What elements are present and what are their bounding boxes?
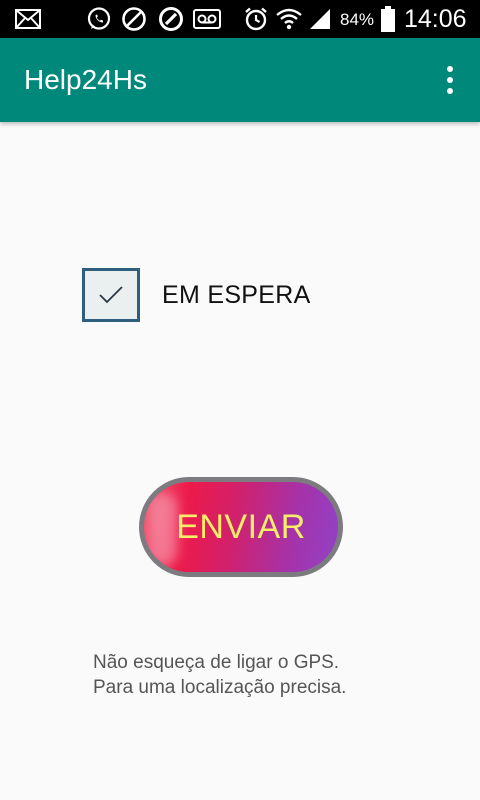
checkmark-icon	[99, 286, 123, 304]
checkbox-label: EM ESPERA	[162, 280, 311, 309]
mail-icon	[14, 6, 42, 32]
send-button-label: ENVIAR	[176, 507, 306, 546]
app-title: Help24Hs	[24, 64, 147, 95]
more-options-icon[interactable]	[438, 62, 462, 98]
app-bar: Help24Hs	[0, 38, 480, 122]
gps-hint-line2: Para uma localização precisa.	[93, 677, 347, 698]
checkbox-box[interactable]	[82, 268, 140, 322]
wifi-icon	[274, 6, 304, 32]
battery-percent: 84%	[340, 10, 375, 29]
gps-hint: Não esqueça de ligar o GPS. Para uma loc…	[93, 650, 346, 700]
whatsapp-icon	[86, 6, 112, 32]
gps-hint-line1: Não esqueça de ligar o GPS.	[93, 652, 340, 673]
voicemail-icon	[192, 6, 222, 32]
battery-icon	[380, 6, 396, 32]
screen: 84% 14:06 Help24Hs EM ESPERA ENVIAR Não …	[0, 0, 480, 800]
status-time: 14:06	[404, 5, 467, 33]
alarm-icon	[242, 6, 270, 32]
do-not-disturb-icon	[120, 6, 148, 32]
blocked-icon	[157, 6, 185, 32]
em-espera-checkbox[interactable]: EM ESPERA	[82, 268, 311, 322]
send-button[interactable]: ENVIAR	[139, 477, 343, 577]
signal-icon	[308, 6, 332, 32]
status-bar: 84% 14:06	[0, 0, 480, 38]
